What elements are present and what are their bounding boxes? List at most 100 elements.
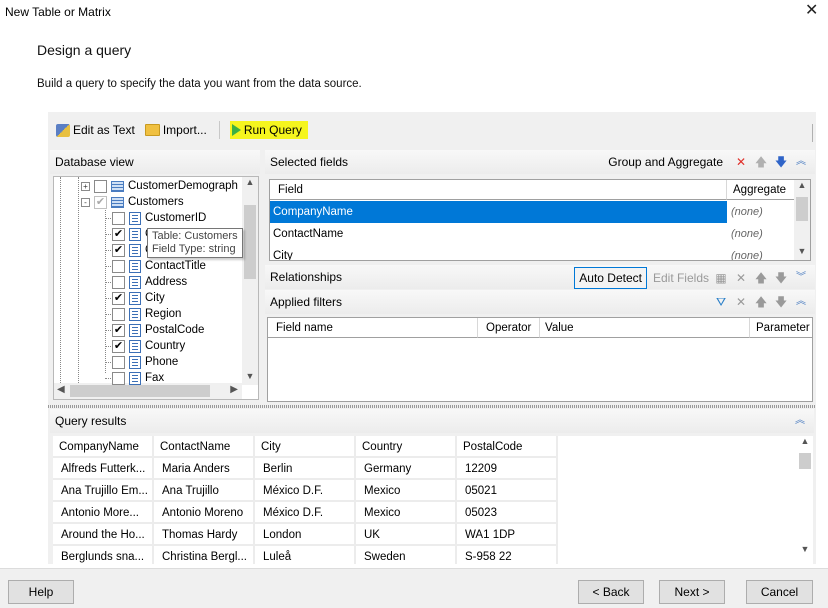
results-column-header[interactable]: ContactName <box>154 436 255 458</box>
tree-field-node[interactable]: ✔ PostalCode <box>105 322 204 338</box>
delete-field-icon[interactable]: ✕ <box>733 150 749 174</box>
scroll-left-arrow[interactable]: ◀ <box>57 384 65 395</box>
field-checkbox[interactable]: ✔ <box>112 323 125 337</box>
results-cell[interactable]: 12209 <box>457 458 558 480</box>
scroll-thumb[interactable] <box>244 205 256 279</box>
next-button[interactable]: Next > <box>659 580 725 604</box>
add-filter-icon[interactable]: ⛛ <box>713 290 729 314</box>
results-cell[interactable]: London <box>255 524 356 546</box>
move-up-icon[interactable]: 🡅 <box>753 266 769 290</box>
field-checkbox[interactable] <box>112 275 125 289</box>
move-up-icon[interactable]: 🡅 <box>753 150 769 174</box>
expand-icon[interactable]: ︾ <box>793 266 809 290</box>
results-cell[interactable]: Ana Trujillo Em... <box>53 480 154 502</box>
results-cell[interactable]: Berglunds sna... <box>53 546 154 564</box>
field-checkbox[interactable] <box>94 179 107 193</box>
collapse-icon[interactable]: ︽ <box>792 409 808 433</box>
tree-field-node[interactable]: Phone <box>105 354 178 370</box>
field-checkbox[interactable] <box>112 211 125 225</box>
results-splitter[interactable] <box>48 405 816 408</box>
results-cell[interactable]: Antonio Moreno <box>154 502 255 524</box>
collapse-icon[interactable]: ︽ <box>793 150 809 174</box>
results-column-header[interactable]: CompanyName <box>53 436 154 458</box>
field-checkbox[interactable]: ✔ <box>112 243 125 257</box>
scroll-up-arrow[interactable]: ▲ <box>794 180 810 194</box>
database-tree[interactable]: ▲ ▼ ◀ ▶ + CustomerDemograph - ✔ Customers Cus… <box>53 176 259 400</box>
import-button[interactable]: Import... <box>143 121 209 139</box>
edit-fields-button[interactable]: Edit Fields <box>653 266 709 290</box>
results-cell[interactable]: Mexico <box>356 502 457 524</box>
auto-detect-button[interactable]: Auto Detect <box>574 267 647 289</box>
results-cell[interactable]: Luleå <box>255 546 356 564</box>
results-cell[interactable]: UK <box>356 524 457 546</box>
results-cell[interactable]: Berlin <box>255 458 356 480</box>
field-checkbox[interactable] <box>112 259 125 273</box>
results-column-header[interactable]: PostalCode <box>457 436 558 458</box>
tree-field-node[interactable]: CustomerID <box>105 210 206 226</box>
aggregate-cell[interactable]: (none) <box>731 201 763 223</box>
column-header-field-name[interactable]: Field name <box>268 318 478 338</box>
tree-field-node[interactable]: Address <box>105 274 187 290</box>
results-cell[interactable]: 05023 <box>457 502 558 524</box>
results-cell[interactable]: Christina Bergl... <box>154 546 255 564</box>
field-checkbox[interactable]: ✔ <box>94 195 107 209</box>
collapse-icon[interactable]: ︽ <box>793 290 809 314</box>
tree-field-node[interactable]: ✔ City <box>105 290 165 306</box>
scroll-right-arrow[interactable]: ▶ <box>230 384 238 395</box>
grid-vertical-scrollbar[interactable]: ▲ ▼ <box>794 180 810 260</box>
back-button[interactable]: < Back <box>578 580 644 604</box>
edit-as-text-button[interactable]: Edit as Text <box>54 121 137 139</box>
tree-vertical-scrollbar[interactable]: ▲ ▼ <box>242 177 258 385</box>
selected-field-row[interactable]: City <box>270 245 727 260</box>
close-icon[interactable]: ✕ <box>805 3 818 19</box>
selected-field-row[interactable]: ContactName <box>270 223 727 245</box>
results-cell[interactable]: México D.F. <box>255 502 356 524</box>
expand-icon[interactable]: + <box>81 181 90 191</box>
results-cell[interactable]: Antonio More... <box>53 502 154 524</box>
column-header-value[interactable]: Value <box>540 318 750 338</box>
scroll-thumb[interactable] <box>70 385 210 397</box>
results-cell[interactable]: Sweden <box>356 546 457 564</box>
tree-table-node[interactable]: - ✔ Customers <box>81 194 184 210</box>
collapse-icon[interactable]: - <box>81 197 90 207</box>
move-down-icon[interactable]: 🡇 <box>773 290 789 314</box>
results-cell[interactable]: Thomas Hardy <box>154 524 255 546</box>
results-cell[interactable]: Mexico <box>356 480 457 502</box>
results-vertical-scrollbar[interactable]: ▲ ▼ <box>797 436 813 564</box>
results-cell[interactable]: 05021 <box>457 480 558 502</box>
field-checkbox[interactable] <box>112 371 125 385</box>
results-cell[interactable]: Ana Trujillo <box>154 480 255 502</box>
column-header-field[interactable]: Field <box>270 180 727 200</box>
field-checkbox[interactable]: ✔ <box>112 291 125 305</box>
move-up-icon[interactable]: 🡅 <box>753 290 769 314</box>
results-cell[interactable]: México D.F. <box>255 480 356 502</box>
scroll-thumb[interactable] <box>796 197 808 221</box>
move-down-icon[interactable]: 🡇 <box>773 266 789 290</box>
delete-filter-icon[interactable]: ✕ <box>733 290 749 314</box>
column-header-aggregate[interactable]: Aggregate <box>727 180 795 200</box>
field-checkbox[interactable] <box>112 307 125 321</box>
group-aggregate-toggle[interactable]: Group and Aggregate <box>608 150 723 174</box>
tree-field-node[interactable]: Region <box>105 306 181 322</box>
results-cell[interactable]: Maria Anders <box>154 458 255 480</box>
query-results-grid[interactable]: CompanyName ContactName City Country PostalC… <box>53 436 813 564</box>
move-down-icon[interactable]: 🡇 <box>773 150 789 174</box>
scroll-down-arrow[interactable]: ▼ <box>794 246 810 260</box>
field-checkbox[interactable] <box>112 355 125 369</box>
results-column-header[interactable]: City <box>255 436 356 458</box>
help-button[interactable]: Help <box>8 580 74 604</box>
tree-field-node[interactable]: ContactTitle <box>105 258 206 274</box>
scroll-down-arrow[interactable]: ▼ <box>242 371 258 385</box>
scroll-up-arrow[interactable]: ▲ <box>242 177 258 191</box>
tree-table-node[interactable]: + CustomerDemograph <box>81 178 238 194</box>
field-checkbox[interactable]: ✔ <box>112 227 125 241</box>
results-cell[interactable]: Around the Ho... <box>53 524 154 546</box>
scroll-up-arrow[interactable]: ▲ <box>797 436 813 450</box>
aggregate-cell[interactable]: (none) <box>731 223 763 245</box>
results-cell[interactable]: S-958 22 <box>457 546 558 564</box>
field-checkbox[interactable]: ✔ <box>112 339 125 353</box>
tree-field-node[interactable]: ✔ Country <box>105 338 185 354</box>
aggregate-cell[interactable]: (none) <box>731 245 763 260</box>
column-header-parameter[interactable]: Parameter <box>750 318 812 338</box>
column-header-operator[interactable]: Operator <box>478 318 540 338</box>
